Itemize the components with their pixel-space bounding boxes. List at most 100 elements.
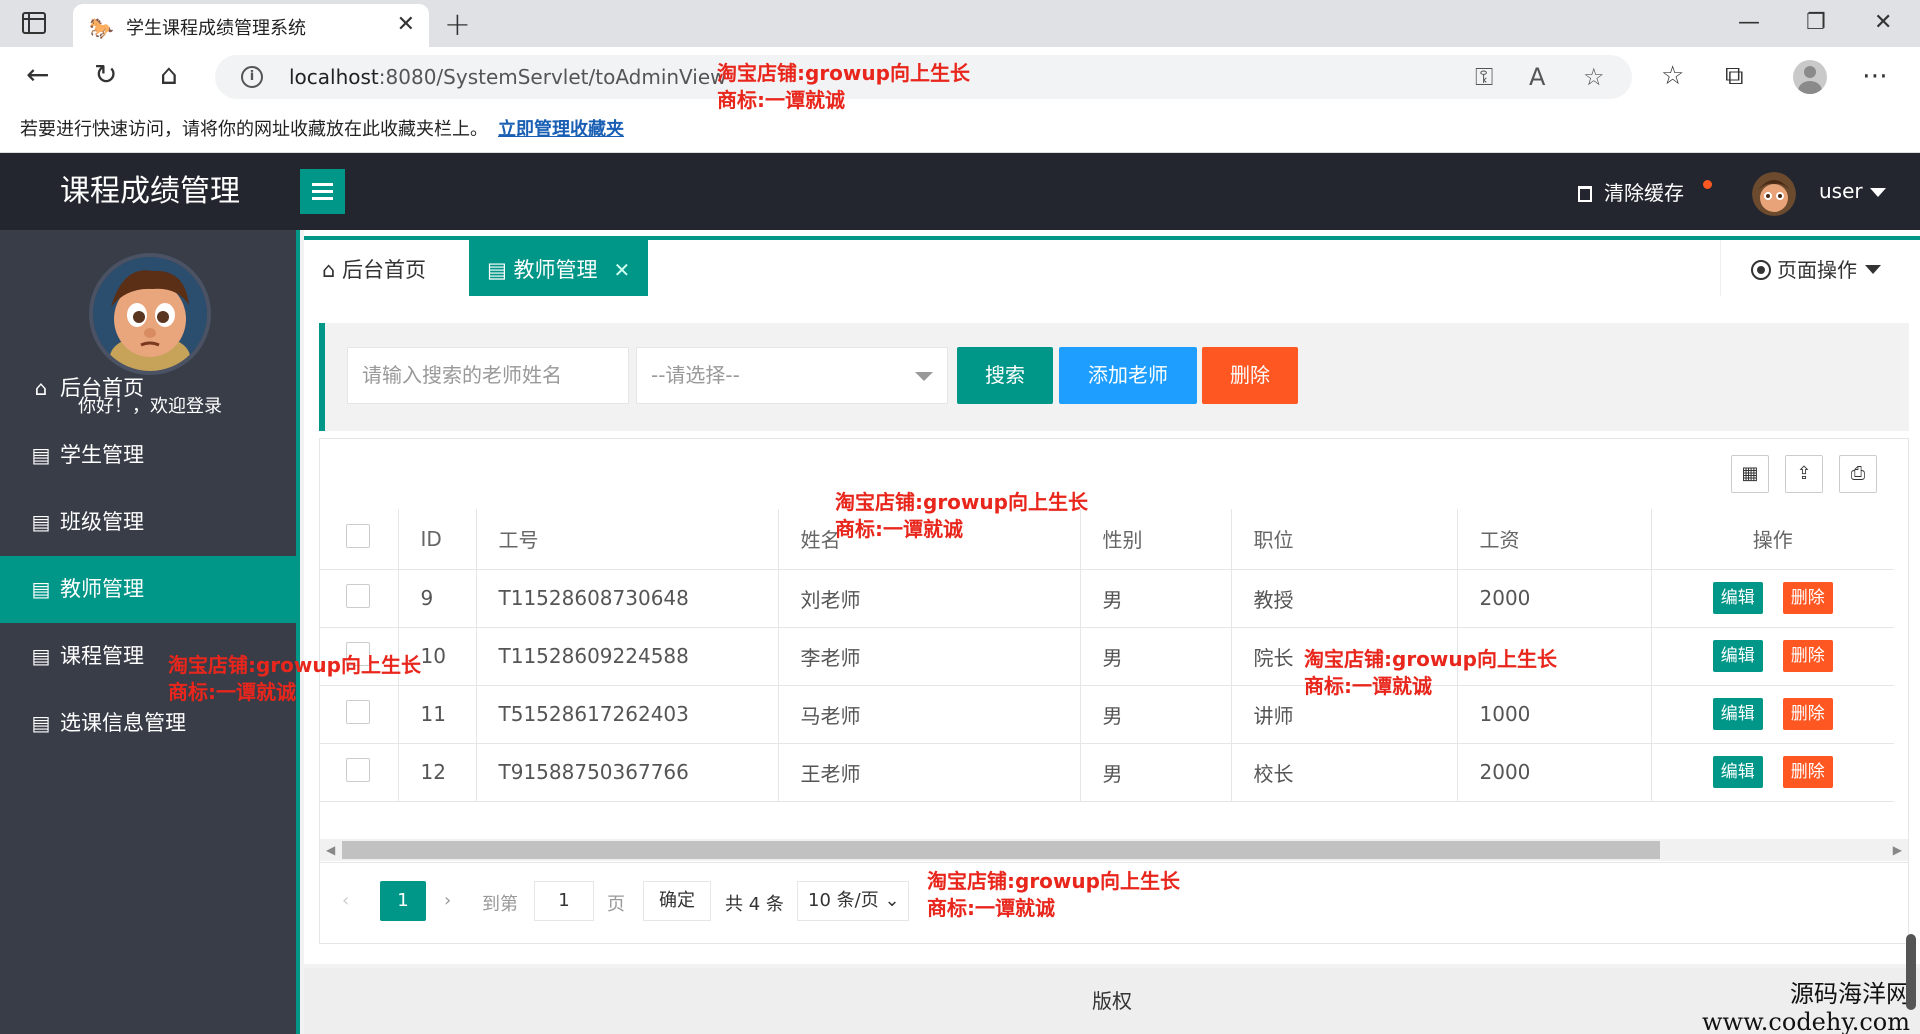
col-sex: 性别 — [1080, 509, 1232, 570]
row-checkbox[interactable] — [320, 743, 399, 802]
col-position: 职位 — [1231, 509, 1458, 570]
export-icon[interactable]: ⇪ — [1785, 455, 1823, 493]
edit-button[interactable]: 编辑 — [1712, 756, 1763, 788]
watermark: 淘宝店铺:growup向上生长 商标:一谭就诚 — [717, 61, 970, 112]
cell-actions: 编辑 删除 — [1651, 627, 1894, 686]
teacher-name-search-input[interactable]: 请输入搜索的老师姓名 — [347, 347, 629, 404]
total-count: 共 4 条 — [725, 894, 784, 915]
favorites-icon[interactable]: ☆ — [1661, 61, 1684, 91]
add-teacher-button[interactable]: 添加老师 — [1059, 347, 1197, 404]
minimize-icon[interactable]: — — [1738, 10, 1760, 35]
more-icon[interactable]: ⋯ — [1862, 61, 1888, 91]
user-menu-caret-icon[interactable] — [1870, 188, 1886, 197]
url-text[interactable]: localhost:8080/SystemServlet/toAdminView — [289, 65, 727, 89]
cell-position: 教授 — [1231, 569, 1458, 628]
restore-icon[interactable]: ❐ — [1806, 10, 1826, 35]
col-actions: 操作 — [1651, 509, 1894, 570]
back-icon[interactable]: ← — [26, 61, 49, 89]
browser-tab[interactable]: 🐎 学生课程成绩管理系统 ✕ — [73, 4, 429, 47]
next-page-icon[interactable]: › — [444, 890, 451, 911]
target-icon — [1751, 260, 1771, 280]
cell-id: 12 — [398, 743, 477, 802]
key-icon[interactable]: ⚿ — [1475, 63, 1493, 91]
close-window-icon[interactable]: ✕ — [1874, 10, 1892, 35]
per-page-select[interactable]: 10 条/页 ⌄ — [797, 881, 909, 921]
hamburger-icon — [312, 183, 333, 186]
search-button[interactable]: 搜索 — [957, 347, 1053, 404]
app-header: 课程成绩管理 清除缓存 user — [0, 153, 1920, 230]
profile-avatar[interactable] — [1793, 60, 1827, 94]
username[interactable]: user — [1819, 179, 1863, 203]
prev-page-icon[interactable]: ‹ — [342, 890, 349, 911]
delete-button[interactable]: 删除 — [1782, 582, 1833, 614]
cell-number: T11528609224588 — [476, 627, 779, 686]
cell-number: T51528617262403 — [476, 685, 779, 744]
cell-position: 校长 — [1231, 743, 1458, 802]
favorites-hint: 若要进行快速访问，请将你的网址收藏放在此收藏夹栏上。 — [20, 119, 488, 140]
read-aloud-icon[interactable]: A — [1529, 63, 1545, 91]
notification-dot — [1703, 180, 1712, 189]
site-info-icon[interactable]: i — [241, 66, 263, 88]
scrollbar-thumb[interactable] — [342, 841, 1660, 859]
watermark: 淘宝店铺:growup向上生长 商标:一谭就诚 — [835, 490, 1088, 541]
print-icon[interactable]: ⎙ — [1839, 455, 1877, 493]
new-tab-icon[interactable]: + — [444, 5, 471, 43]
position-select[interactable]: --请选择-- — [636, 347, 948, 404]
browser-tab-strip: 🐎 学生课程成绩管理系统 ✕ + — ❐ ✕ — [0, 0, 1920, 47]
table-row: 12 T91588750367766 王老师 男 校长 2000 编辑 删除 — [320, 743, 1894, 802]
page-number-input[interactable]: 1 — [534, 881, 594, 921]
close-tab-icon[interactable]: ✕ — [614, 258, 631, 282]
sidebar-item-students[interactable]: ▤ 学生管理 — [0, 422, 300, 489]
sidebar-item-classes[interactable]: ▤ 班级管理 — [0, 489, 300, 556]
tab-actions-icon[interactable] — [22, 12, 46, 34]
scroll-left-icon[interactable]: ◀ — [326, 839, 335, 861]
doc-icon: ▤ — [31, 711, 51, 735]
edit-button[interactable]: 编辑 — [1712, 640, 1763, 672]
cell-name: 马老师 — [778, 685, 1081, 744]
cell-salary: 2000 — [1457, 743, 1652, 802]
cell-name: 李老师 — [778, 627, 1081, 686]
collections-icon[interactable]: ⧉ — [1725, 61, 1744, 92]
sidebar: 你好！，欢迎登录 ⌂ 后台首页 ▤ 学生管理 ▤ 班级管理 ▤ 教师管理 ▤ 课程管理 ▤… — [0, 230, 300, 1034]
app-logo: 课程成绩管理 — [60, 174, 240, 209]
search-toolbar: 请输入搜索的老师姓名 --请选择-- 搜索 添加老师 删除 — [319, 323, 1909, 431]
clear-cache-button[interactable]: 清除缓存 — [1578, 177, 1684, 206]
manage-favorites-link[interactable]: 立即管理收藏夹 — [498, 115, 624, 141]
edit-button[interactable]: 编辑 — [1712, 698, 1763, 730]
col-id: ID — [398, 509, 477, 570]
page-tabs-bar: ⌂ 后台首页 ▤ 教师管理 ✕ 页面操作 — [304, 230, 1920, 300]
doc-icon: ▤ — [487, 258, 507, 282]
tab-home[interactable]: ⌂ 后台首页 — [304, 240, 444, 300]
current-page-button[interactable]: 1 — [380, 881, 426, 921]
cell-number: T11528608730648 — [476, 569, 779, 628]
cell-sex: 男 — [1080, 627, 1232, 686]
edit-button[interactable]: 编辑 — [1712, 582, 1763, 614]
scroll-right-icon[interactable]: ▶ — [1893, 839, 1902, 861]
close-tab-icon[interactable]: ✕ — [397, 12, 415, 37]
batch-delete-button[interactable]: 删除 — [1202, 347, 1298, 404]
page-operations-menu[interactable]: 页面操作 — [1720, 240, 1920, 300]
tab-teacher-management[interactable]: ▤ 教师管理 ✕ — [469, 240, 649, 300]
menu-toggle-button[interactable] — [300, 169, 345, 214]
cell-actions: 编辑 删除 — [1651, 685, 1894, 744]
confirm-page-button[interactable]: 确定 — [643, 881, 711, 921]
columns-filter-icon[interactable]: ▦ — [1731, 455, 1769, 493]
delete-button[interactable]: 删除 — [1782, 756, 1833, 788]
col-salary: 工资 — [1457, 509, 1652, 570]
doc-icon: ▤ — [31, 443, 51, 467]
sidebar-item-teachers[interactable]: ▤ 教师管理 — [0, 556, 300, 623]
table-row: 11 T51528617262403 马老师 男 讲师 1000 编辑 删除 — [320, 685, 1894, 744]
horizontal-scrollbar[interactable]: ◀ ▶ — [320, 839, 1908, 861]
select-all-checkbox[interactable] — [320, 509, 399, 570]
row-checkbox[interactable] — [320, 569, 399, 628]
page-scrollbar[interactable] — [1906, 934, 1916, 1010]
add-favorite-icon[interactable]: ☆ — [1583, 63, 1605, 91]
refresh-icon[interactable]: ↻ — [94, 61, 117, 89]
delete-button[interactable]: 删除 — [1782, 640, 1833, 672]
doc-icon: ▤ — [31, 644, 51, 668]
sidebar-item-home[interactable]: ⌂ 后台首页 — [0, 355, 300, 422]
user-avatar[interactable] — [1752, 172, 1796, 216]
delete-button[interactable]: 删除 — [1782, 698, 1833, 730]
home-icon[interactable]: ⌂ — [160, 61, 178, 89]
table-row: 9 T11528608730648 刘老师 男 教授 2000 编辑 删除 — [320, 569, 1894, 628]
